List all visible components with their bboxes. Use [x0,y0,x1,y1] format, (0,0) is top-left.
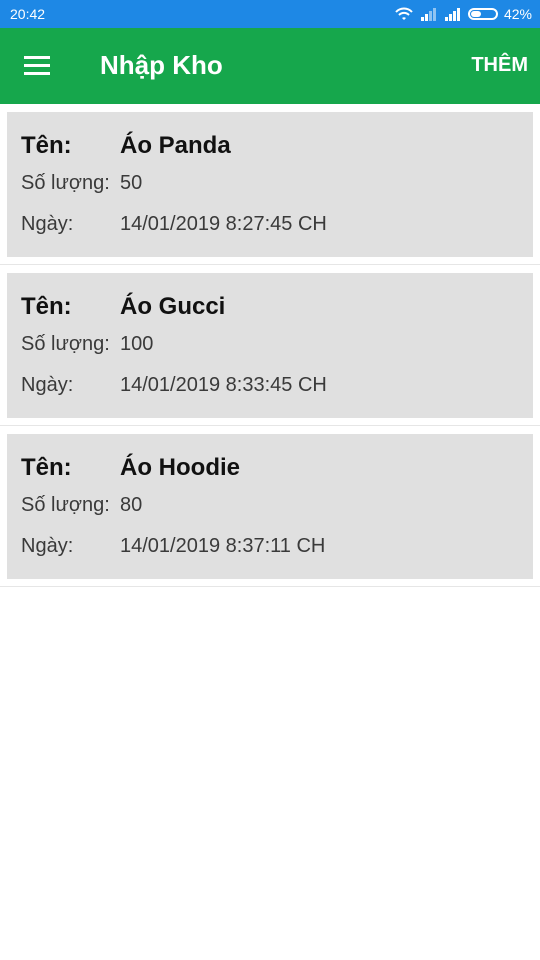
battery-icon [467,8,498,20]
item-card[interactable]: Tên: Áo Panda Số lượng: 50 Ngày: 14/01/2… [7,112,533,257]
quantity-row: Số lượng: 80 [21,494,142,517]
quantity-label: Số lượng: [21,172,110,194]
stock-entry-list: Tên: Áo Panda Số lượng: 50 Ngày: 14/01/2… [0,104,540,587]
date-label: Ngày: [21,374,74,396]
date-label: Ngày: [21,535,74,557]
battery-level [470,11,481,17]
add-button[interactable]: THÊM [471,54,528,77]
item-name: Áo Hoodie [120,454,240,481]
status-icons: 42% [394,4,532,24]
signal-strong-icon [444,8,460,21]
quantity-row: Số lượng: 50 [21,172,142,195]
status-time: 20:42 [10,6,46,22]
date-row: Ngày: 14/01/2019 8:27:45 CH [21,213,327,236]
list-item[interactable]: Tên: Áo Gucci Số lượng: 100 Ngày: 14/01/… [0,265,540,426]
quantity-row: Số lượng: 100 [21,333,153,356]
name-row: Tên: Áo Hoodie [21,454,240,482]
item-date: 14/01/2019 8:27:45 CH [120,213,327,235]
status-bar: 20:42 42% [0,0,540,28]
item-name: Áo Panda [120,132,231,159]
item-quantity: 80 [120,494,143,516]
item-date: 14/01/2019 8:33:45 CH [120,374,327,396]
list-item[interactable]: Tên: Áo Panda Số lượng: 50 Ngày: 14/01/2… [0,104,540,265]
page-title: Nhập Kho [100,50,223,80]
item-card[interactable]: Tên: Áo Gucci Số lượng: 100 Ngày: 14/01/… [7,273,533,418]
quantity-label: Số lượng: [21,333,110,355]
name-row: Tên: Áo Panda [21,132,231,160]
item-date: 14/01/2019 8:37:11 CH [120,535,326,557]
signal-weak-icon [420,8,436,21]
wifi-icon [395,7,413,20]
name-label: Tên: [21,454,72,481]
menu-button[interactable] [24,54,52,78]
item-name: Áo Gucci [120,293,226,320]
name-row: Tên: Áo Gucci [21,293,225,321]
list-item[interactable]: Tên: Áo Hoodie Số lượng: 80 Ngày: 14/01/… [0,426,540,587]
battery-percent: 42% [503,6,532,22]
name-label: Tên: [21,293,72,320]
quantity-label: Số lượng: [21,494,110,516]
date-row: Ngày: 14/01/2019 8:33:45 CH [21,374,327,397]
date-label: Ngày: [21,213,74,235]
item-quantity: 50 [120,172,143,194]
app-bar: Nhập Kho THÊM [0,28,540,104]
item-quantity: 100 [120,333,154,355]
hamburger-menu-icon [24,56,50,75]
name-label: Tên: [21,132,72,159]
date-row: Ngày: 14/01/2019 8:37:11 CH [21,535,325,558]
item-card[interactable]: Tên: Áo Hoodie Số lượng: 80 Ngày: 14/01/… [7,434,533,579]
